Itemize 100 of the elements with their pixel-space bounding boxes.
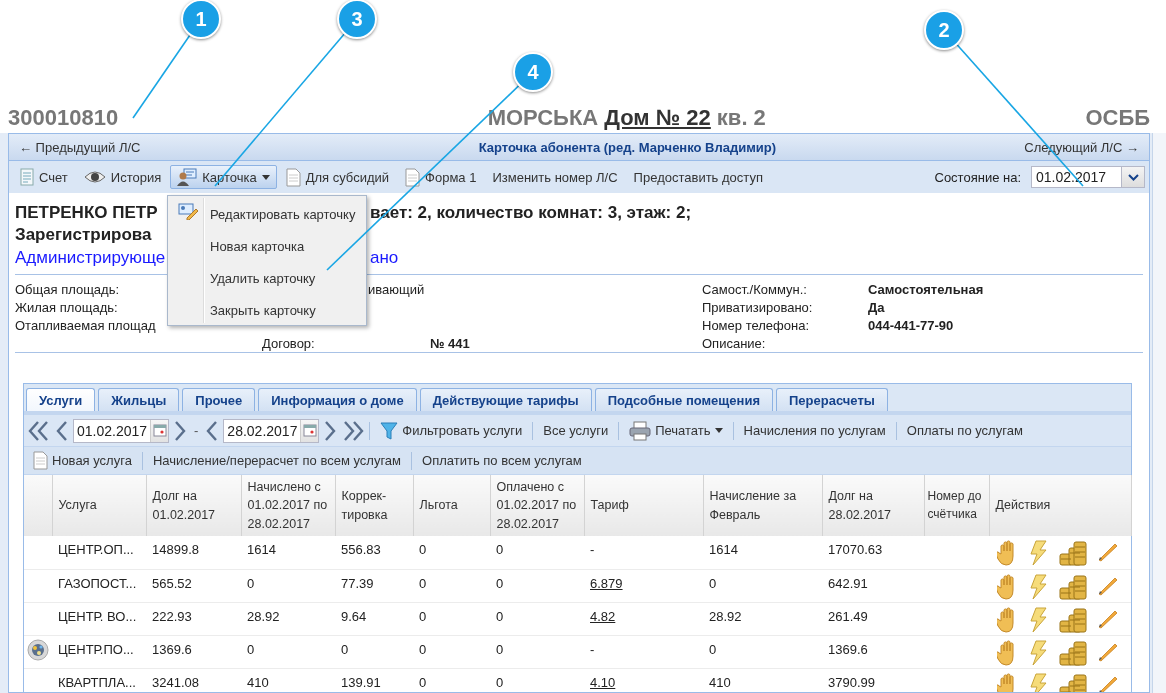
table-cell: 0 [413, 635, 490, 668]
column-header: Долг на 28.02.2017 [822, 475, 924, 536]
last-page-button[interactable] [341, 419, 366, 442]
table-cell: 14899.8 [146, 536, 241, 569]
column-header: Оплачено с 01.02.2017 по 28.02.2017 [490, 475, 584, 536]
toolbar-button[interactable]: Оплаты по услугам [900, 421, 1029, 440]
column-header: Тариф [584, 475, 703, 536]
toolbar-button[interactable]: Счет [13, 165, 75, 189]
lightning-icon[interactable] [1027, 639, 1049, 666]
toolbar-button[interactable]: Начисление/перерасчет по всем услугам [146, 451, 408, 470]
coins-icon[interactable] [1059, 540, 1087, 566]
menu-item[interactable]: Закрыть карточку [170, 294, 364, 326]
date-to-field[interactable]: 28.02.2017 [223, 418, 320, 443]
table-cell: 0 [490, 602, 584, 635]
toolbar-button[interactable]: История [76, 165, 169, 189]
field-label: Номер телефона: [702, 317, 809, 333]
menu-item[interactable]: Удалить карточку [170, 262, 364, 294]
tab[interactable]: Информация о доме [258, 388, 417, 411]
house-link[interactable]: Дом № 22 [604, 105, 711, 131]
menu-item[interactable]: Редактировать карточку [170, 198, 364, 230]
manager-link[interactable]: ано [370, 247, 399, 268]
table-cell: ГАЗОПОСТ... [52, 569, 146, 602]
calendar-icon[interactable] [152, 424, 167, 437]
manager-link[interactable]: Администрирующе [15, 247, 166, 268]
tab[interactable]: Действующие тарифы [419, 388, 592, 411]
table-cell: 0 [703, 569, 822, 602]
table-cell: 0 [703, 635, 822, 668]
column-header: Номер до счётчика [924, 475, 989, 536]
lightning-icon[interactable] [1027, 672, 1049, 692]
scrollbar[interactable] [1152, 133, 1166, 693]
toolbar-button[interactable]: Все услуги [537, 421, 615, 440]
toolbar-button[interactable]: Начисления по услугам [737, 421, 892, 440]
table-cell: 0 [413, 569, 490, 602]
table-cell: ЦЕНТР.ОП... [52, 536, 146, 569]
previous-account-link[interactable]: ← Предыдущий Л/С [19, 139, 141, 155]
next-button[interactable] [173, 419, 187, 442]
toolbar-button[interactable]: Печатать [623, 418, 729, 443]
column-header: Начислено с 01.02.2017 по 28.02.2017 [241, 475, 335, 536]
table-cell: - [584, 536, 703, 569]
previous-button[interactable] [55, 419, 69, 442]
lightning-icon[interactable] [1027, 573, 1049, 600]
tab[interactable]: Прочее [182, 388, 256, 411]
field-value: Да [868, 299, 885, 315]
table-cell: 17070.63 [822, 536, 924, 569]
chevron-down-icon[interactable] [1127, 173, 1139, 181]
coins-icon[interactable] [1059, 639, 1087, 666]
field-value: № 441 [430, 335, 470, 351]
table-cell: 1369.6 [146, 635, 241, 668]
table-cell: 9.64 [335, 602, 413, 635]
hand-icon[interactable] [997, 606, 1017, 633]
hand-icon[interactable] [997, 573, 1017, 600]
toolbar-button[interactable]: Для субсидий [278, 165, 397, 189]
toolbar-button[interactable]: Предоставить доступ [626, 165, 770, 189]
table-cell: 28.92 [241, 602, 335, 635]
tab[interactable]: Жильцы [98, 388, 180, 411]
tariff-link[interactable]: 4.82 [590, 608, 616, 624]
next-button[interactable] [323, 419, 338, 442]
column-header: Действия [989, 475, 1131, 536]
palette-icon[interactable] [27, 639, 49, 661]
hand-icon[interactable] [997, 672, 1017, 692]
table-cell: 0 [490, 668, 584, 692]
table-cell: 139.91 [335, 668, 413, 692]
flat-number: кв. 2 [716, 105, 766, 131]
table-cell: 261.49 [822, 602, 924, 635]
toolbar-button[interactable]: Изменить номер Л/С [485, 165, 625, 189]
menu-item[interactable]: Новая карточка [170, 230, 364, 262]
table-cell: 0 [335, 635, 413, 668]
coins-icon[interactable] [1059, 606, 1087, 633]
hand-icon[interactable] [997, 540, 1017, 566]
lightning-icon[interactable] [1027, 540, 1049, 566]
table-cell: ЦЕНТР.ПО... [52, 635, 146, 668]
lightning-icon[interactable] [1027, 606, 1049, 633]
state-date-label: Состояние на: [934, 169, 1021, 185]
coins-icon[interactable] [1059, 573, 1087, 600]
table-cell: 3790.99 [822, 668, 924, 692]
toolbar-button[interactable]: Форма 1 [398, 165, 484, 189]
tab[interactable]: Услуги [26, 388, 96, 411]
hand-icon[interactable] [997, 639, 1017, 666]
table-cell: 565.52 [146, 569, 241, 602]
tariff-link[interactable]: 4.10 [590, 674, 616, 690]
field-value: 044-441-77-90 [868, 317, 954, 333]
tab[interactable]: Подсобные помещения [594, 388, 773, 411]
tab[interactable]: Перерасчеты [776, 388, 888, 411]
table-cell: 0 [490, 569, 584, 602]
edit-card-icon [178, 202, 198, 220]
summary-text: Зарегистрирова [15, 225, 152, 245]
field-label: Самост./Коммун.: [702, 281, 807, 297]
date-from-field[interactable]: 01.02.2017 [73, 418, 169, 443]
column-header: Льгота [413, 475, 490, 536]
field-text: ивающий [368, 281, 425, 297]
table-cell: 0 [490, 635, 584, 668]
coins-icon[interactable] [1059, 672, 1087, 692]
tariff-link[interactable]: 6.879 [590, 575, 623, 591]
toolbar-button[interactable]: Оплатить по всем услугам [416, 451, 588, 470]
calendar-icon[interactable] [302, 424, 317, 437]
first-page-button[interactable] [27, 419, 51, 442]
toolbar-button[interactable]: Фильтровать услуги [374, 418, 529, 443]
previous-button[interactable] [205, 419, 220, 442]
toolbar-button[interactable]: Новая услуга [27, 449, 138, 472]
table-cell: 0 [241, 569, 335, 602]
